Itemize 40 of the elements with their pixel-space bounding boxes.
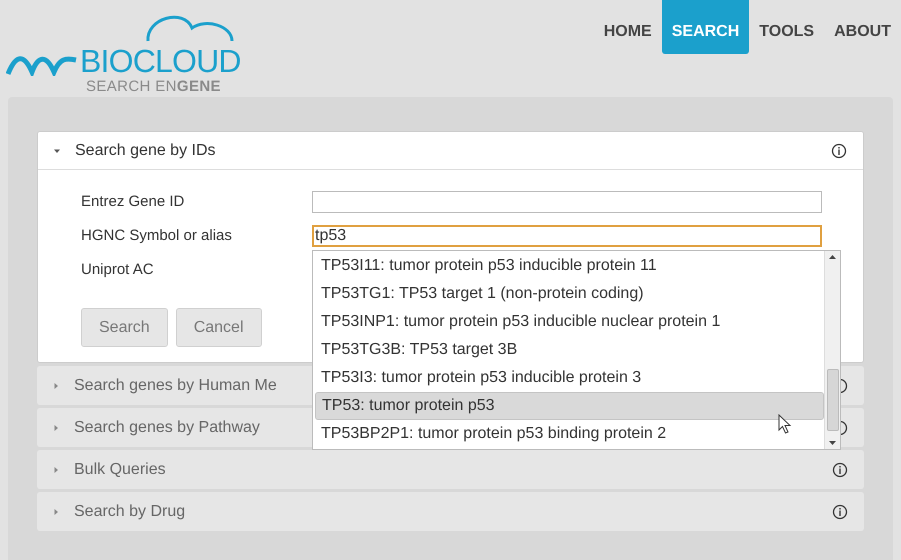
nav-link[interactable]: TOOLS (749, 0, 824, 54)
caret-icon (53, 382, 59, 388)
suggestion-item[interactable]: TP53TG3B: TP53 target 3B (315, 336, 824, 364)
info-icon[interactable] (832, 462, 848, 478)
form-button[interactable]: Search (81, 308, 168, 347)
panel-header[interactable]: Search gene by IDs (38, 132, 863, 170)
panel-header[interactable]: Search by Drug (37, 492, 864, 531)
panel-title: Search genes by Human Me (74, 376, 277, 396)
caret-icon (53, 424, 59, 430)
panel-title: Bulk Queries (74, 460, 166, 480)
suggestion-item[interactable]: TP53INP1: tumor protein p53 inducible nuclear protein 1 (315, 308, 824, 336)
suggestion-item[interactable]: TP53TG1: TP53 target 1 (non-protein coding) (315, 280, 824, 308)
suggestion-item[interactable]: TP53I11: tumor protein p53 inducible protein 11 (315, 252, 824, 280)
caret-icon (54, 148, 60, 154)
form-button[interactable]: Cancel (176, 308, 262, 347)
panel-title: Search by Drug (74, 502, 186, 522)
field-label: HGNC Symbol or alias (81, 226, 233, 246)
field-label: Entrez Gene ID (81, 192, 186, 212)
scroll-down-icon[interactable] (829, 441, 836, 445)
caret-icon (53, 508, 59, 514)
mouse-pointer-icon (778, 414, 792, 434)
suggestion-item[interactable]: TP53BP2P1: tumor protein p53 binding protein 2 (315, 420, 824, 448)
suggestion-item[interactable]: TP53I3: tumor protein p53 inducible protein 3 (315, 364, 824, 392)
scrollbar-thumb[interactable] (826, 369, 838, 431)
suggestion-item[interactable]: TP53: tumor protein p53 (315, 392, 824, 420)
nav-link[interactable]: ABOUT (824, 0, 901, 54)
panel-header[interactable]: Bulk Queries (37, 450, 864, 489)
nav-link[interactable]: HOME (594, 0, 662, 54)
logo-text: BIOCLOUD (80, 44, 241, 78)
logo-tagline: SEARCH ENGENE (86, 78, 222, 96)
info-icon[interactable] (831, 142, 847, 158)
scroll-up-icon[interactable] (829, 255, 836, 259)
info-icon[interactable] (832, 504, 848, 520)
panel-title: Search gene by IDs (75, 140, 216, 160)
input-field[interactable] (312, 191, 822, 213)
input-field[interactable]: tp53 (312, 225, 822, 247)
panel-title: Search genes by Pathway (74, 418, 260, 438)
caret-icon (53, 466, 59, 472)
field-label: Uniprot AC (81, 260, 155, 280)
scrollbar[interactable] (824, 251, 840, 449)
